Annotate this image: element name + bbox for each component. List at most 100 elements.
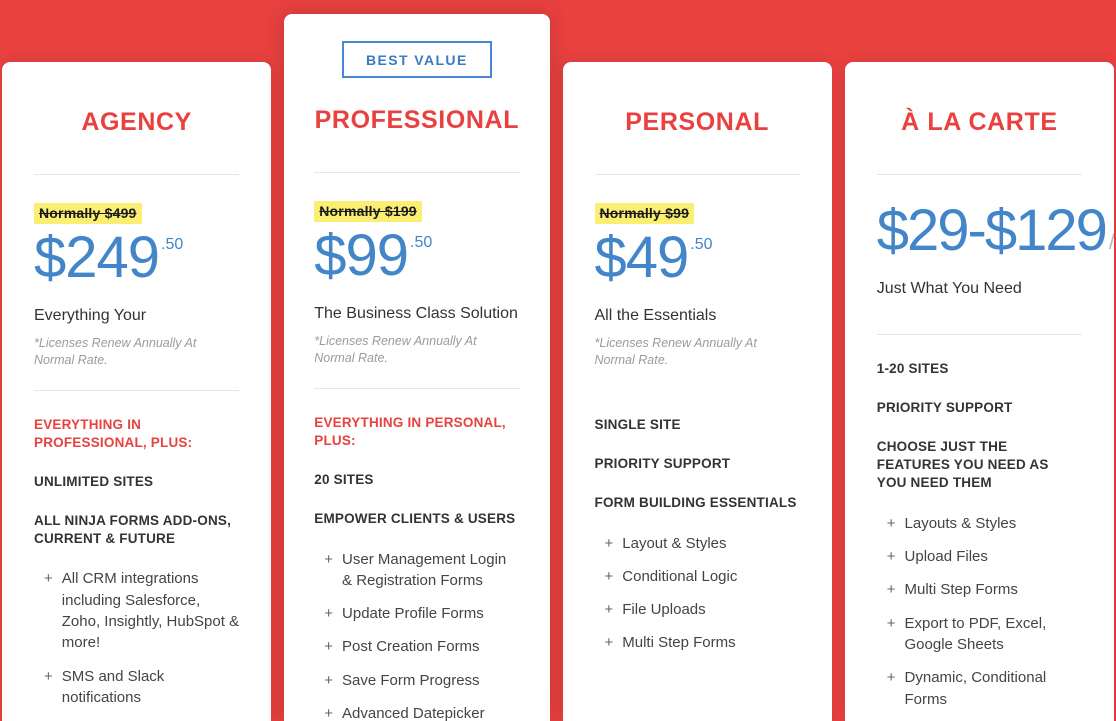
list-item-label: Dynamic, Conditional Forms bbox=[904, 669, 1047, 708]
price-row-agency: $249 .50 bbox=[34, 224, 239, 291]
feature-list-agency: EVERYTHING IN PROFESSIONAL, PLUS: UNLIMI… bbox=[34, 391, 239, 721]
plus-icon: + bbox=[604, 534, 614, 552]
plan-tagline-a-la-carte: Just What You Need bbox=[876, 279, 1022, 297]
best-value-badge: BEST VALUE bbox=[342, 41, 492, 78]
plan-title-agency: AGENCY bbox=[81, 108, 192, 136]
list-item-label: Conditional Logic bbox=[622, 567, 738, 585]
list-item: + Layouts & Styles bbox=[887, 513, 1082, 546]
plus-icon: + bbox=[44, 570, 53, 588]
list-item-label: SMS and Slack notifications bbox=[61, 667, 165, 706]
plan-tagline-agency: Everything Your bbox=[34, 306, 147, 324]
price-slash: / bbox=[1106, 199, 1114, 255]
pricing-cards-container: AGENCY Normally $499 $249 .50 Everything… bbox=[0, 0, 1116, 721]
plus-icon: + bbox=[886, 548, 896, 566]
pricing-card-professional[interactable]: BEST VALUE PROFESSIONAL Normally $199 $9… bbox=[284, 14, 550, 721]
list-item-label: Multi Step Forms bbox=[904, 581, 1018, 599]
list-item: + Conditional Logic bbox=[605, 566, 800, 599]
plus-icon: + bbox=[604, 601, 614, 619]
original-price-personal: Normally $99 bbox=[594, 203, 695, 224]
list-item: + Dynamic, Conditional Forms bbox=[887, 667, 1082, 721]
list-item: + Advanced Datepicker bbox=[324, 703, 519, 721]
price-row-personal: $49 .50 bbox=[595, 224, 800, 291]
plan-title-a-la-carte: À LA CARTE bbox=[901, 108, 1058, 136]
plan-legal-professional: *Licenses Renew Annually At Normal Rate. bbox=[314, 333, 477, 365]
list-item-label: User Management Login & Registration For… bbox=[342, 550, 507, 589]
price-cents-personal: .50 bbox=[690, 236, 713, 253]
price-amount-professional: $99 bbox=[314, 223, 409, 288]
price-row-professional: $99 .50 bbox=[314, 222, 519, 289]
price-cents-agency: .50 bbox=[161, 236, 184, 253]
price-row-a-la-carte: $29-$129 / bbox=[877, 175, 1114, 264]
list-item: + Layout & Styles bbox=[605, 533, 800, 566]
feature-heading: SINGLE SITE bbox=[594, 416, 681, 432]
list-item-label: Upload Files bbox=[904, 548, 988, 566]
plan-title-professional: PROFESSIONAL bbox=[314, 106, 520, 134]
plus-icon: + bbox=[324, 605, 334, 623]
list-item-label: Post Creation Forms bbox=[342, 638, 480, 656]
list-item-label: Layout & Styles bbox=[622, 534, 727, 552]
feature-bullets: + All CRM integrations including Salesfor… bbox=[34, 568, 239, 720]
plus-icon: + bbox=[886, 669, 896, 687]
plus-icon: + bbox=[44, 667, 53, 685]
pricing-card-a-la-carte[interactable]: À LA CARTE $29-$129 / Just What You Need… bbox=[844, 62, 1114, 721]
plus-icon: + bbox=[324, 550, 334, 568]
list-item-label: Layouts & Styles bbox=[904, 514, 1017, 532]
feature-bullets: + User Management Login & Registration Fo… bbox=[314, 549, 519, 721]
list-item-label: All CRM integrations including Salesforc… bbox=[61, 570, 240, 652]
list-item-label: File Uploads bbox=[622, 601, 706, 619]
original-price-row: Normally $99 bbox=[594, 175, 800, 224]
feature-heading: 20 SITES bbox=[314, 471, 374, 487]
feature-heading: PRIORITY SUPPORT bbox=[876, 399, 1013, 415]
list-item: + SMS and Slack notifications bbox=[44, 666, 239, 721]
feature-heading: PRIORITY SUPPORT bbox=[594, 455, 731, 471]
list-item: + File Uploads bbox=[605, 599, 800, 632]
list-item: + All CRM integrations including Salesfor… bbox=[44, 568, 239, 665]
feature-heading: EMPOWER CLIENTS & USERS bbox=[314, 510, 516, 526]
list-item: + Multi Step Forms bbox=[605, 632, 800, 665]
plan-legal-personal: *Licenses Renew Annually At Normal Rate. bbox=[594, 335, 757, 367]
list-item: + Post Creation Forms bbox=[324, 636, 519, 669]
plus-icon: + bbox=[324, 638, 334, 656]
feature-bullets: + Layout & Styles + Conditional Logic + Fil… bbox=[595, 533, 800, 666]
list-item-label: Save Form Progress bbox=[342, 671, 480, 689]
list-item: + Upload Files bbox=[887, 546, 1082, 579]
list-item-label: Update Profile Forms bbox=[342, 605, 484, 623]
feature-list-a-la-carte: 1-20 SITES PRIORITY SUPPORT CHOOSE JUST … bbox=[877, 335, 1082, 721]
original-price-row: Normally $499 bbox=[34, 175, 239, 224]
plan-title-personal: PERSONAL bbox=[625, 108, 769, 136]
feature-list-professional: EVERYTHING IN PERSONAL, PLUS: 20 SITES E… bbox=[314, 389, 519, 721]
original-price-row: Normally $199 bbox=[314, 173, 519, 222]
best-value-badge-wrap: BEST VALUE bbox=[314, 14, 519, 78]
price-amount-a-la-carte: $29-$129 bbox=[876, 198, 1108, 263]
original-price-agency: Normally $499 bbox=[34, 203, 142, 224]
list-item: + Multi Step Forms bbox=[887, 579, 1082, 612]
plus-icon: + bbox=[604, 634, 614, 652]
feature-heading: 1-20 SITES bbox=[876, 360, 949, 376]
price-amount-personal: $49 bbox=[594, 225, 690, 290]
feature-heading: UNLIMITED SITES bbox=[34, 473, 154, 489]
feature-heading: ALL NINJA FORMS ADD-ONS, CURRENT & FUTUR… bbox=[34, 512, 232, 546]
plus-icon: + bbox=[604, 567, 614, 585]
plus-icon: + bbox=[324, 705, 334, 721]
pricing-card-agency[interactable]: AGENCY Normally $499 $249 .50 Everything… bbox=[2, 62, 272, 721]
plus-icon: + bbox=[324, 671, 334, 689]
feature-heading: EVERYTHING IN PROFESSIONAL, PLUS: bbox=[34, 416, 193, 450]
plan-tagline-personal: All the Essentials bbox=[594, 306, 717, 324]
feature-heading: EVERYTHING IN PERSONAL, PLUS: bbox=[314, 414, 506, 448]
plan-tagline-professional: The Business Class Solution bbox=[314, 304, 518, 322]
original-price-professional: Normally $199 bbox=[314, 201, 422, 222]
list-item-label: Advanced Datepicker bbox=[342, 705, 485, 721]
list-item: + Export to PDF, Excel, Google Sheets bbox=[887, 613, 1082, 668]
list-item-label: Export to PDF, Excel, Google Sheets bbox=[904, 614, 1047, 653]
price-cents-professional: .50 bbox=[410, 234, 433, 251]
list-item: + Update Profile Forms bbox=[324, 603, 519, 636]
feature-bullets: + Layouts & Styles + Upload Files + Multi S… bbox=[877, 513, 1082, 721]
price-amount-agency: $249 bbox=[34, 225, 160, 290]
plus-icon: + bbox=[886, 614, 896, 632]
list-item: + Save Form Progress bbox=[324, 670, 519, 703]
plan-legal-agency: *Licenses Renew Annually At Normal Rate. bbox=[34, 335, 197, 367]
feature-list-personal: SINGLE SITE PRIORITY SUPPORT FORM BUILDI… bbox=[595, 391, 800, 666]
feature-heading: CHOOSE JUST THE FEATURES YOU NEED AS YOU… bbox=[876, 438, 1049, 490]
pricing-card-personal[interactable]: PERSONAL Normally $99 $49 .50 All the Es… bbox=[562, 62, 832, 721]
